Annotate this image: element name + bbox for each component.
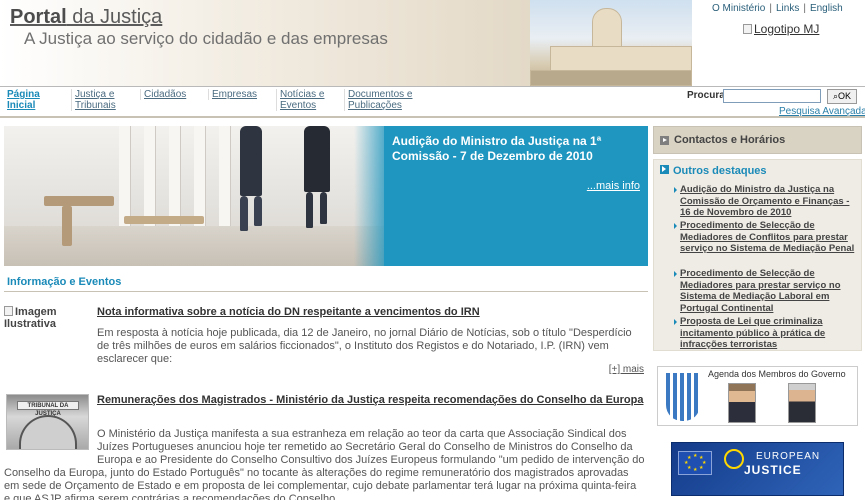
link-ministerio[interactable]: O Ministério bbox=[712, 3, 765, 14]
news-body: Em resposta à notícia hoje publicada, di… bbox=[97, 327, 632, 365]
mj-logo-alt: Logotipo MJ bbox=[754, 22, 820, 36]
site-logo-title[interactable]: Portal da Justiça bbox=[10, 6, 162, 29]
minister-photo bbox=[728, 383, 756, 423]
nav-justica-tribunais[interactable]: Justiça e Tribunais bbox=[71, 89, 131, 111]
nav-empresas[interactable]: Empresas bbox=[208, 89, 268, 100]
banner-photo bbox=[4, 126, 394, 266]
eu-justice-line1: EUROPEAN bbox=[756, 451, 821, 462]
site-title-bold: Portal bbox=[10, 6, 67, 28]
highlight-item[interactable]: Procedimento de Selecção de Mediadores d… bbox=[674, 220, 858, 255]
link-links[interactable]: Links bbox=[776, 3, 799, 14]
highlights-box: Outros destaques Audição do Ministro da … bbox=[653, 159, 862, 351]
link-english[interactable]: English bbox=[810, 3, 843, 14]
nav-documentos-publicacoes[interactable]: Documentos e Publicações bbox=[344, 89, 424, 111]
highlights-title-text: Outros destaques bbox=[673, 165, 767, 177]
arrow-right-icon bbox=[660, 136, 669, 145]
highlights-title: Outros destaques bbox=[660, 165, 767, 177]
site-header: Portal da Justiça A Justiça ao serviço d… bbox=[0, 0, 865, 88]
highlight-item[interactable]: Procedimento de Selecção de Mediadores p… bbox=[674, 268, 858, 314]
news-body: O Ministério da Justiça manifesta a sua … bbox=[97, 428, 645, 466]
eu-flag-icon: ★ ★ ★ ★ ★ ★ ★ ★ bbox=[678, 451, 712, 475]
nav-pagina-inicial[interactable]: Página Inicial bbox=[4, 89, 60, 111]
contacts-box[interactable]: Contactos e Horários bbox=[653, 126, 862, 154]
news-item: Imagem Ilustrativa Nota informativa sobr… bbox=[4, 306, 648, 376]
nav-cidadaos[interactable]: Cidadãos bbox=[140, 89, 200, 100]
search-input[interactable] bbox=[723, 89, 821, 103]
main-nav: Página Inicial Justiça e Tribunais Cidad… bbox=[0, 86, 865, 118]
european-justice-banner[interactable]: ★ ★ ★ ★ ★ ★ ★ ★ EUROPEAN JUSTICE bbox=[671, 442, 844, 496]
agenda-governo-banner[interactable]: Agenda dos Membros do Governo bbox=[657, 366, 858, 426]
news-title[interactable]: Nota informativa sobre a notícia do DN r… bbox=[97, 306, 645, 319]
contacts-label: Contactos e Horários bbox=[674, 134, 786, 146]
section-title: Informação e Eventos bbox=[7, 276, 122, 288]
eu-justice-logo-icon bbox=[724, 449, 744, 469]
search-button-label: OK bbox=[838, 91, 852, 101]
agenda-label: Agenda dos Membros do Governo bbox=[708, 369, 846, 379]
header-photo bbox=[530, 0, 692, 86]
highlight-item[interactable]: Proposta de Lei que criminaliza incitame… bbox=[674, 316, 858, 351]
broken-image-icon bbox=[743, 24, 752, 34]
top-links: O Ministério | Links | English bbox=[712, 3, 843, 14]
mj-logo[interactable]: Logotipo MJ bbox=[743, 22, 819, 36]
thumbnail-plate: TRIBUNAL DA JUSTIÇA bbox=[17, 401, 79, 417]
news-image: Imagem Ilustrativa bbox=[4, 306, 84, 330]
separator: | bbox=[803, 3, 806, 14]
section-divider bbox=[4, 291, 648, 292]
banner-more-link[interactable]: ...mais info bbox=[587, 180, 640, 192]
search-button[interactable]: ⌕OK bbox=[827, 89, 857, 104]
minister-photo bbox=[788, 383, 816, 423]
featured-banner[interactable]: Audição do Ministro da Justiça na 1ª Com… bbox=[4, 126, 648, 266]
nav-noticias-eventos[interactable]: Notícias e Eventos bbox=[276, 89, 336, 111]
news-thumbnail[interactable]: TRIBUNAL DA JUSTIÇA bbox=[6, 394, 89, 450]
banner-panel: Audição do Ministro da Justiça na 1ª Com… bbox=[354, 126, 648, 266]
news-body-continued: Conselho da Europa, junto do Estado Port… bbox=[4, 467, 637, 500]
eu-justice-line2: JUSTICE bbox=[744, 463, 802, 477]
arrow-right-icon bbox=[660, 165, 669, 174]
right-sidebar: Contactos e Horários Outros destaques Au… bbox=[653, 126, 862, 500]
news-more-link[interactable]: [+] mais bbox=[609, 364, 644, 375]
site-subtitle: A Justiça ao serviço do cidadão e das em… bbox=[24, 29, 388, 48]
banner-title[interactable]: Audição do Ministro da Justiça na 1ª Com… bbox=[392, 134, 642, 164]
search-label: Procura bbox=[687, 90, 725, 101]
site-title-rest: da Justiça bbox=[66, 6, 163, 28]
news-item: TRIBUNAL DA JUSTIÇA Remunerações dos Mag… bbox=[4, 394, 648, 500]
advanced-search-link[interactable]: Pesquisa Avançada bbox=[779, 106, 865, 117]
highlight-item[interactable]: Audição do Ministro da Justiça na Comiss… bbox=[674, 184, 858, 219]
news-title[interactable]: Remunerações dos Magistrados - Ministéri… bbox=[97, 394, 645, 407]
broken-image-icon bbox=[4, 306, 13, 316]
separator: | bbox=[769, 3, 772, 14]
wave-logo bbox=[666, 373, 700, 421]
